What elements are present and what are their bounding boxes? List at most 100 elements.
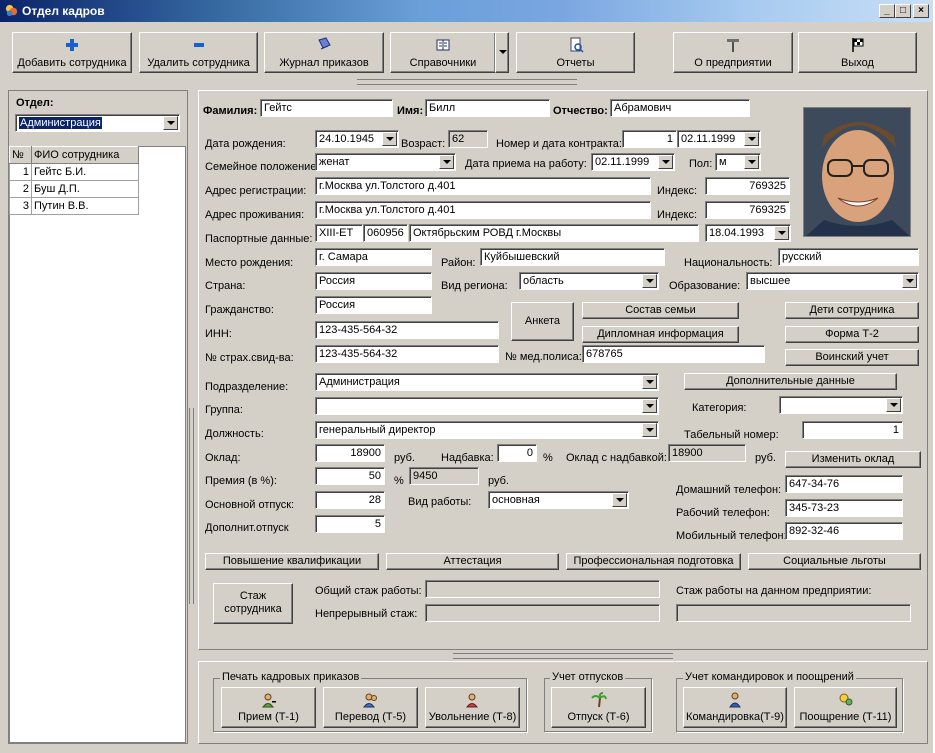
contract-date-picker[interactable]: 02.11.1999 bbox=[677, 130, 761, 148]
group-select[interactable] bbox=[315, 397, 659, 415]
subdivision-select[interactable]: Администрация bbox=[315, 373, 659, 391]
social-benefits-button[interactable]: Социальные льготы bbox=[748, 553, 921, 570]
chevron-down-icon[interactable] bbox=[744, 155, 759, 169]
chevron-down-icon[interactable] bbox=[886, 398, 901, 412]
chevron-down-icon[interactable] bbox=[658, 155, 673, 169]
add-employee-button[interactable]: Добавить сотрудника bbox=[12, 32, 132, 73]
chevron-down-icon[interactable] bbox=[382, 132, 397, 146]
chevron-down-icon[interactable] bbox=[642, 423, 657, 437]
reg-index-input[interactable]: 769325 bbox=[705, 177, 790, 195]
title-bar[interactable]: Отдел кадров _ □ × bbox=[0, 0, 933, 22]
passport-series-input[interactable]: XIII-ЕТ bbox=[315, 224, 363, 242]
vertical-splitter[interactable] bbox=[188, 90, 196, 744]
bonus-input[interactable]: 0 bbox=[497, 444, 537, 462]
chevron-down-icon[interactable] bbox=[612, 493, 627, 507]
business-trip-button[interactable]: Командировка(Т-9) bbox=[683, 687, 787, 728]
live-index-input[interactable]: 769325 bbox=[705, 201, 790, 219]
references-dropdown-button[interactable] bbox=[495, 32, 509, 73]
chevron-down-icon[interactable] bbox=[642, 274, 657, 288]
reward-button[interactable]: Поощрение (Т-11) bbox=[794, 687, 897, 728]
chevron-down-icon[interactable] bbox=[163, 116, 178, 130]
employee-list-area[interactable] bbox=[9, 146, 186, 743]
chevron-down-icon[interactable] bbox=[642, 399, 657, 413]
exit-button[interactable]: Выход bbox=[798, 32, 917, 73]
country-input[interactable]: Россия bbox=[315, 272, 432, 290]
salary-input[interactable]: 18900 bbox=[315, 444, 385, 462]
premium-input[interactable]: 50 bbox=[315, 467, 385, 485]
chevron-down-icon[interactable] bbox=[902, 274, 917, 288]
orders-journal-button[interactable]: Журнал приказов bbox=[264, 32, 384, 73]
education-select[interactable]: высшее bbox=[746, 272, 919, 290]
nationality-input[interactable]: русский bbox=[778, 248, 919, 266]
med-policy-input[interactable]: 678765 bbox=[582, 345, 765, 363]
change-salary-button[interactable]: Изменить оклад bbox=[785, 451, 921, 468]
qualification-button[interactable]: Повышение квалификации bbox=[205, 553, 379, 570]
transfer-order-button[interactable]: Перевод (Т-5) bbox=[323, 687, 418, 728]
additional-data-button[interactable]: Дополнительные данные bbox=[684, 373, 897, 390]
region-type-select[interactable]: область bbox=[519, 272, 659, 290]
name-input[interactable]: Билл bbox=[425, 99, 550, 117]
about-company-button[interactable]: О предприятии bbox=[673, 32, 793, 73]
bottom-splitter-grip[interactable] bbox=[453, 653, 673, 659]
bottom-splitter[interactable] bbox=[198, 653, 928, 660]
chevron-down-icon[interactable] bbox=[774, 226, 789, 240]
diploma-info-button[interactable]: Дипломная информация bbox=[582, 326, 739, 343]
district-input[interactable]: Куйбышевский bbox=[480, 248, 665, 266]
work-phone-input[interactable]: 345-73-23 bbox=[785, 499, 903, 517]
column-header-fio[interactable]: ФИО сотрудника bbox=[31, 146, 139, 164]
passport-number-input[interactable]: 060956 bbox=[363, 224, 408, 242]
chevron-down-icon[interactable] bbox=[439, 155, 454, 169]
children-button[interactable]: Дети сотрудника bbox=[785, 302, 919, 319]
table-row[interactable]: 2 Буш Д.П. bbox=[9, 180, 139, 198]
dismissal-order-button[interactable]: Увольнение (Т-8) bbox=[425, 687, 520, 728]
reports-button[interactable]: Отчеты bbox=[516, 32, 635, 73]
prof-training-button[interactable]: Профессиональная подготовка bbox=[566, 553, 741, 570]
extra-vacation-input[interactable]: 5 bbox=[315, 515, 385, 533]
department-select[interactable]: Администрация bbox=[15, 114, 180, 132]
experience-button[interactable]: Стаж сотрудника bbox=[213, 583, 293, 624]
close-button[interactable]: × bbox=[913, 4, 929, 18]
references-button[interactable]: Справочники bbox=[390, 32, 496, 73]
sex-select[interactable]: м bbox=[715, 153, 761, 171]
passport-issued-input[interactable]: Октябрьским РОВД г.Москвы bbox=[409, 224, 699, 242]
maximize-button[interactable]: □ bbox=[895, 4, 911, 18]
birth-date-picker[interactable]: 24.10.1945 bbox=[315, 130, 399, 148]
home-phone-input[interactable]: 647-34-76 bbox=[785, 475, 903, 493]
surname-input[interactable]: Гейтс bbox=[260, 99, 393, 117]
delete-employee-button[interactable]: Удалить сотрудника bbox=[139, 32, 258, 73]
company-experience-label: Стаж работы на данном предприятии: bbox=[676, 585, 872, 597]
insurance-input[interactable]: 123-435-564-32 bbox=[315, 345, 499, 363]
work-type-select[interactable]: основная bbox=[488, 491, 629, 509]
table-row[interactable]: 3 Путин В.В. bbox=[9, 197, 139, 215]
military-button[interactable]: Воинский учет bbox=[785, 349, 919, 366]
vacation-button[interactable]: Отпуск (Т-6) bbox=[551, 687, 646, 728]
citizenship-input[interactable]: Россия bbox=[315, 296, 432, 314]
main-vacation-input[interactable]: 28 bbox=[315, 491, 385, 509]
form-t2-button[interactable]: Форма Т-2 bbox=[785, 326, 919, 343]
tab-number-input[interactable]: 1 bbox=[802, 421, 903, 439]
top-splitter[interactable] bbox=[0, 79, 933, 86]
hire-date-picker[interactable]: 02.11.1999 bbox=[591, 153, 675, 171]
hire-order-button[interactable]: Прием (Т-1) bbox=[221, 687, 316, 728]
contract-number-input[interactable]: 1 bbox=[622, 130, 677, 148]
attestation-button[interactable]: Аттестация bbox=[386, 553, 559, 570]
chevron-down-icon[interactable] bbox=[642, 375, 657, 389]
inn-input[interactable]: 123-435-564-32 bbox=[315, 321, 499, 339]
family-select[interactable]: женат bbox=[315, 153, 456, 171]
passport-date-picker[interactable]: 18.04.1993 bbox=[705, 224, 791, 242]
top-splitter-grip[interactable] bbox=[356, 79, 577, 85]
table-row[interactable]: 1 Гейтс Б.И. bbox=[9, 163, 139, 181]
chevron-down-icon[interactable] bbox=[744, 132, 759, 146]
position-select[interactable]: генеральный директор bbox=[315, 421, 659, 439]
birthplace-input[interactable]: г. Самара bbox=[315, 248, 432, 266]
mobile-phone-input[interactable]: 892-32-46 bbox=[785, 522, 903, 540]
category-select[interactable] bbox=[779, 396, 903, 414]
minimize-button[interactable]: _ bbox=[879, 4, 895, 18]
reg-address-input[interactable]: г.Москва ул.Толстого д.401 bbox=[315, 177, 651, 195]
family-composition-button[interactable]: Состав семьи bbox=[582, 302, 739, 319]
anketa-button[interactable]: Анкета bbox=[511, 302, 574, 341]
vertical-splitter-grip[interactable] bbox=[189, 408, 194, 604]
patronymic-input[interactable]: Абрамович bbox=[610, 99, 750, 117]
column-header-number[interactable]: № bbox=[9, 146, 32, 164]
live-address-input[interactable]: г.Москва ул.Толстого д.401 bbox=[315, 201, 651, 219]
